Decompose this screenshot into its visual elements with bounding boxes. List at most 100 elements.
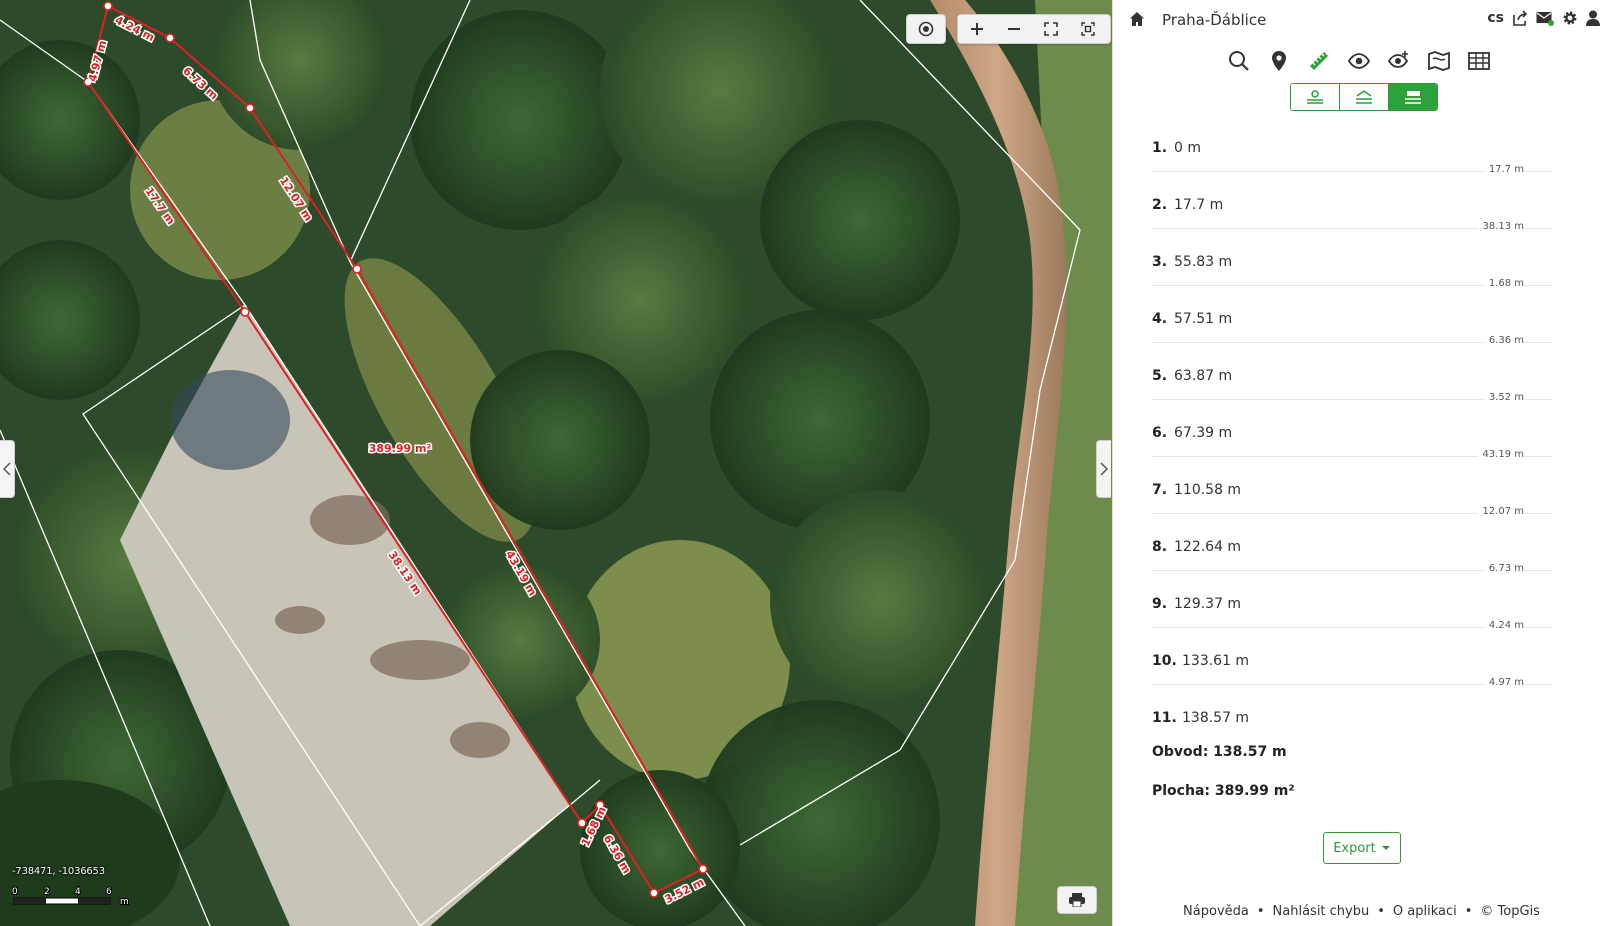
scale-tick: 6 — [106, 887, 112, 897]
cumulative-distance: 122.64 m — [1174, 539, 1242, 555]
scale-tick: 4 — [75, 887, 81, 897]
measurement-overlay: 4.97 m 4.24 m 6.73 m 12.07 m 17.7 m 43.1… — [83, 1, 708, 908]
segment-label: 4.24 m — [113, 13, 157, 44]
segment-label: 12.07 m — [277, 175, 315, 224]
locate-button[interactable] — [907, 15, 944, 43]
zoom-in-button[interactable] — [958, 15, 995, 43]
visibility-tool[interactable] — [1346, 48, 1372, 74]
caret-down-icon — [1381, 846, 1390, 850]
cumulative-distance: 57.51 m — [1174, 311, 1233, 327]
cumulative-distance: 133.61 m — [1182, 653, 1250, 669]
list-item: 8. 122.64 m 6.73 m — [1152, 530, 1553, 587]
map-view[interactable]: 4.97 m 4.24 m 6.73 m 12.07 m 17.7 m 43.1… — [0, 0, 1112, 926]
point-index: 11. — [1152, 710, 1177, 726]
layers-tool[interactable] — [1426, 48, 1452, 74]
point-measure-icon — [1307, 90, 1323, 104]
zoom-extent-button[interactable] — [1069, 15, 1106, 43]
streetview-tool[interactable] — [1386, 48, 1412, 74]
point-index: 4. — [1152, 311, 1168, 327]
help-link[interactable]: Nápověda — [1183, 904, 1249, 919]
header-actions: cs — [1487, 10, 1600, 26]
segment-label: 4.97 m — [86, 39, 110, 83]
segment-label: 6.73 m — [180, 64, 220, 102]
area-measure-icon — [1405, 91, 1421, 104]
point-index: 10. — [1152, 653, 1177, 669]
segment-length: 17.7 m — [1484, 164, 1524, 175]
cursor-coordinates: -738471, -1036653 — [12, 866, 105, 877]
cumulative-distance: 129.37 m — [1174, 596, 1242, 612]
user-icon[interactable] — [1586, 10, 1600, 26]
right-panel-toggle[interactable] — [1096, 440, 1111, 498]
list-item: 9. 129.37 m 4.24 m — [1152, 587, 1553, 644]
table-icon — [1468, 52, 1490, 70]
point-index: 7. — [1152, 482, 1168, 498]
segment-label: 3.52 m — [663, 875, 707, 906]
perimeter-value: Obvod: 138.57 m — [1152, 744, 1287, 760]
point-index: 2. — [1152, 197, 1168, 213]
line-measure-icon — [1356, 90, 1372, 104]
locate-toolbar — [906, 14, 946, 44]
area-label: 389.99 m² — [369, 442, 432, 455]
segment-length: 4.24 m — [1484, 620, 1524, 631]
export-label: Export — [1333, 840, 1376, 856]
eye-icon — [1348, 53, 1370, 69]
minus-icon — [1007, 28, 1020, 30]
measure-point-mode[interactable] — [1291, 84, 1340, 110]
segment-length: 43.19 m — [1478, 449, 1524, 460]
messages-icon[interactable] — [1536, 10, 1554, 26]
cumulative-distance: 55.83 m — [1174, 254, 1233, 270]
plus-icon — [970, 23, 983, 35]
list-item: 5. 63.87 m 3.52 m — [1152, 359, 1553, 416]
location-tool[interactable] — [1266, 48, 1292, 74]
home-icon[interactable] — [1129, 11, 1145, 31]
chevron-left-icon — [3, 462, 11, 476]
export-button[interactable]: Export — [1323, 832, 1401, 864]
map-layers-icon — [1428, 51, 1450, 71]
fullscreen-icon — [1043, 22, 1058, 36]
measure-line-mode[interactable] — [1340, 84, 1389, 110]
area-value: Plocha: 389.99 m² — [1152, 783, 1295, 799]
segment-length: 38.13 m — [1478, 221, 1524, 232]
cumulative-distance: 63.87 m — [1174, 368, 1233, 384]
target-icon — [918, 21, 933, 37]
measurement-points-list: 1. 0 m 17.7 m 2. 17.7 m 38.13 m 3. 55.83 m 1.68 … — [1152, 131, 1553, 758]
segment-length: 3.52 m — [1484, 392, 1524, 403]
segment-label: 6.36 m — [601, 833, 633, 876]
table-tool[interactable] — [1466, 48, 1492, 74]
scale-bar: 0 2 4 6 m — [12, 886, 130, 908]
chevron-right-icon — [1100, 462, 1108, 476]
copyright-text: © TopGis — [1480, 904, 1540, 919]
language-switch[interactable]: cs — [1487, 10, 1504, 26]
about-link[interactable]: O aplikaci — [1393, 904, 1457, 919]
list-item: 10. 133.61 m 4.97 m — [1152, 644, 1553, 701]
ruler-icon — [1310, 52, 1328, 70]
panel-header: Praha-Ďáblice cs — [1113, 0, 1609, 40]
measure-tool[interactable] — [1306, 48, 1332, 74]
point-index: 6. — [1152, 425, 1168, 441]
list-item: 4. 57.51 m 6.36 m — [1152, 302, 1553, 359]
list-item: 3. 55.83 m 1.68 m — [1152, 245, 1553, 302]
zoom-extent-icon — [1080, 22, 1095, 36]
point-index: 3. — [1152, 254, 1168, 270]
print-button[interactable] — [1057, 886, 1097, 914]
main-toolbar — [1226, 48, 1492, 74]
report-error-link[interactable]: Nahlásit chybu — [1273, 904, 1370, 919]
measure-area-mode[interactable] — [1389, 84, 1437, 110]
cumulative-distance: 67.39 m — [1174, 425, 1233, 441]
search-tool[interactable] — [1226, 48, 1252, 74]
left-panel-toggle[interactable] — [0, 440, 15, 498]
gear-icon[interactable] — [1562, 10, 1578, 26]
printer-icon — [1069, 893, 1085, 907]
point-index: 9. — [1152, 596, 1168, 612]
scale-tick: 2 — [44, 887, 50, 897]
map-pin-icon — [1272, 51, 1286, 71]
point-index: 8. — [1152, 539, 1168, 555]
eye-plus-icon — [1388, 51, 1409, 68]
measure-mode-selector — [1290, 83, 1438, 111]
segment-length: 6.73 m — [1484, 563, 1524, 574]
list-item: 7. 110.58 m 12.07 m — [1152, 473, 1553, 530]
fullscreen-button[interactable] — [1032, 15, 1069, 43]
zoom-out-button[interactable] — [995, 15, 1032, 43]
list-item: 6. 67.39 m 43.19 m — [1152, 416, 1553, 473]
share-icon[interactable] — [1512, 10, 1528, 26]
